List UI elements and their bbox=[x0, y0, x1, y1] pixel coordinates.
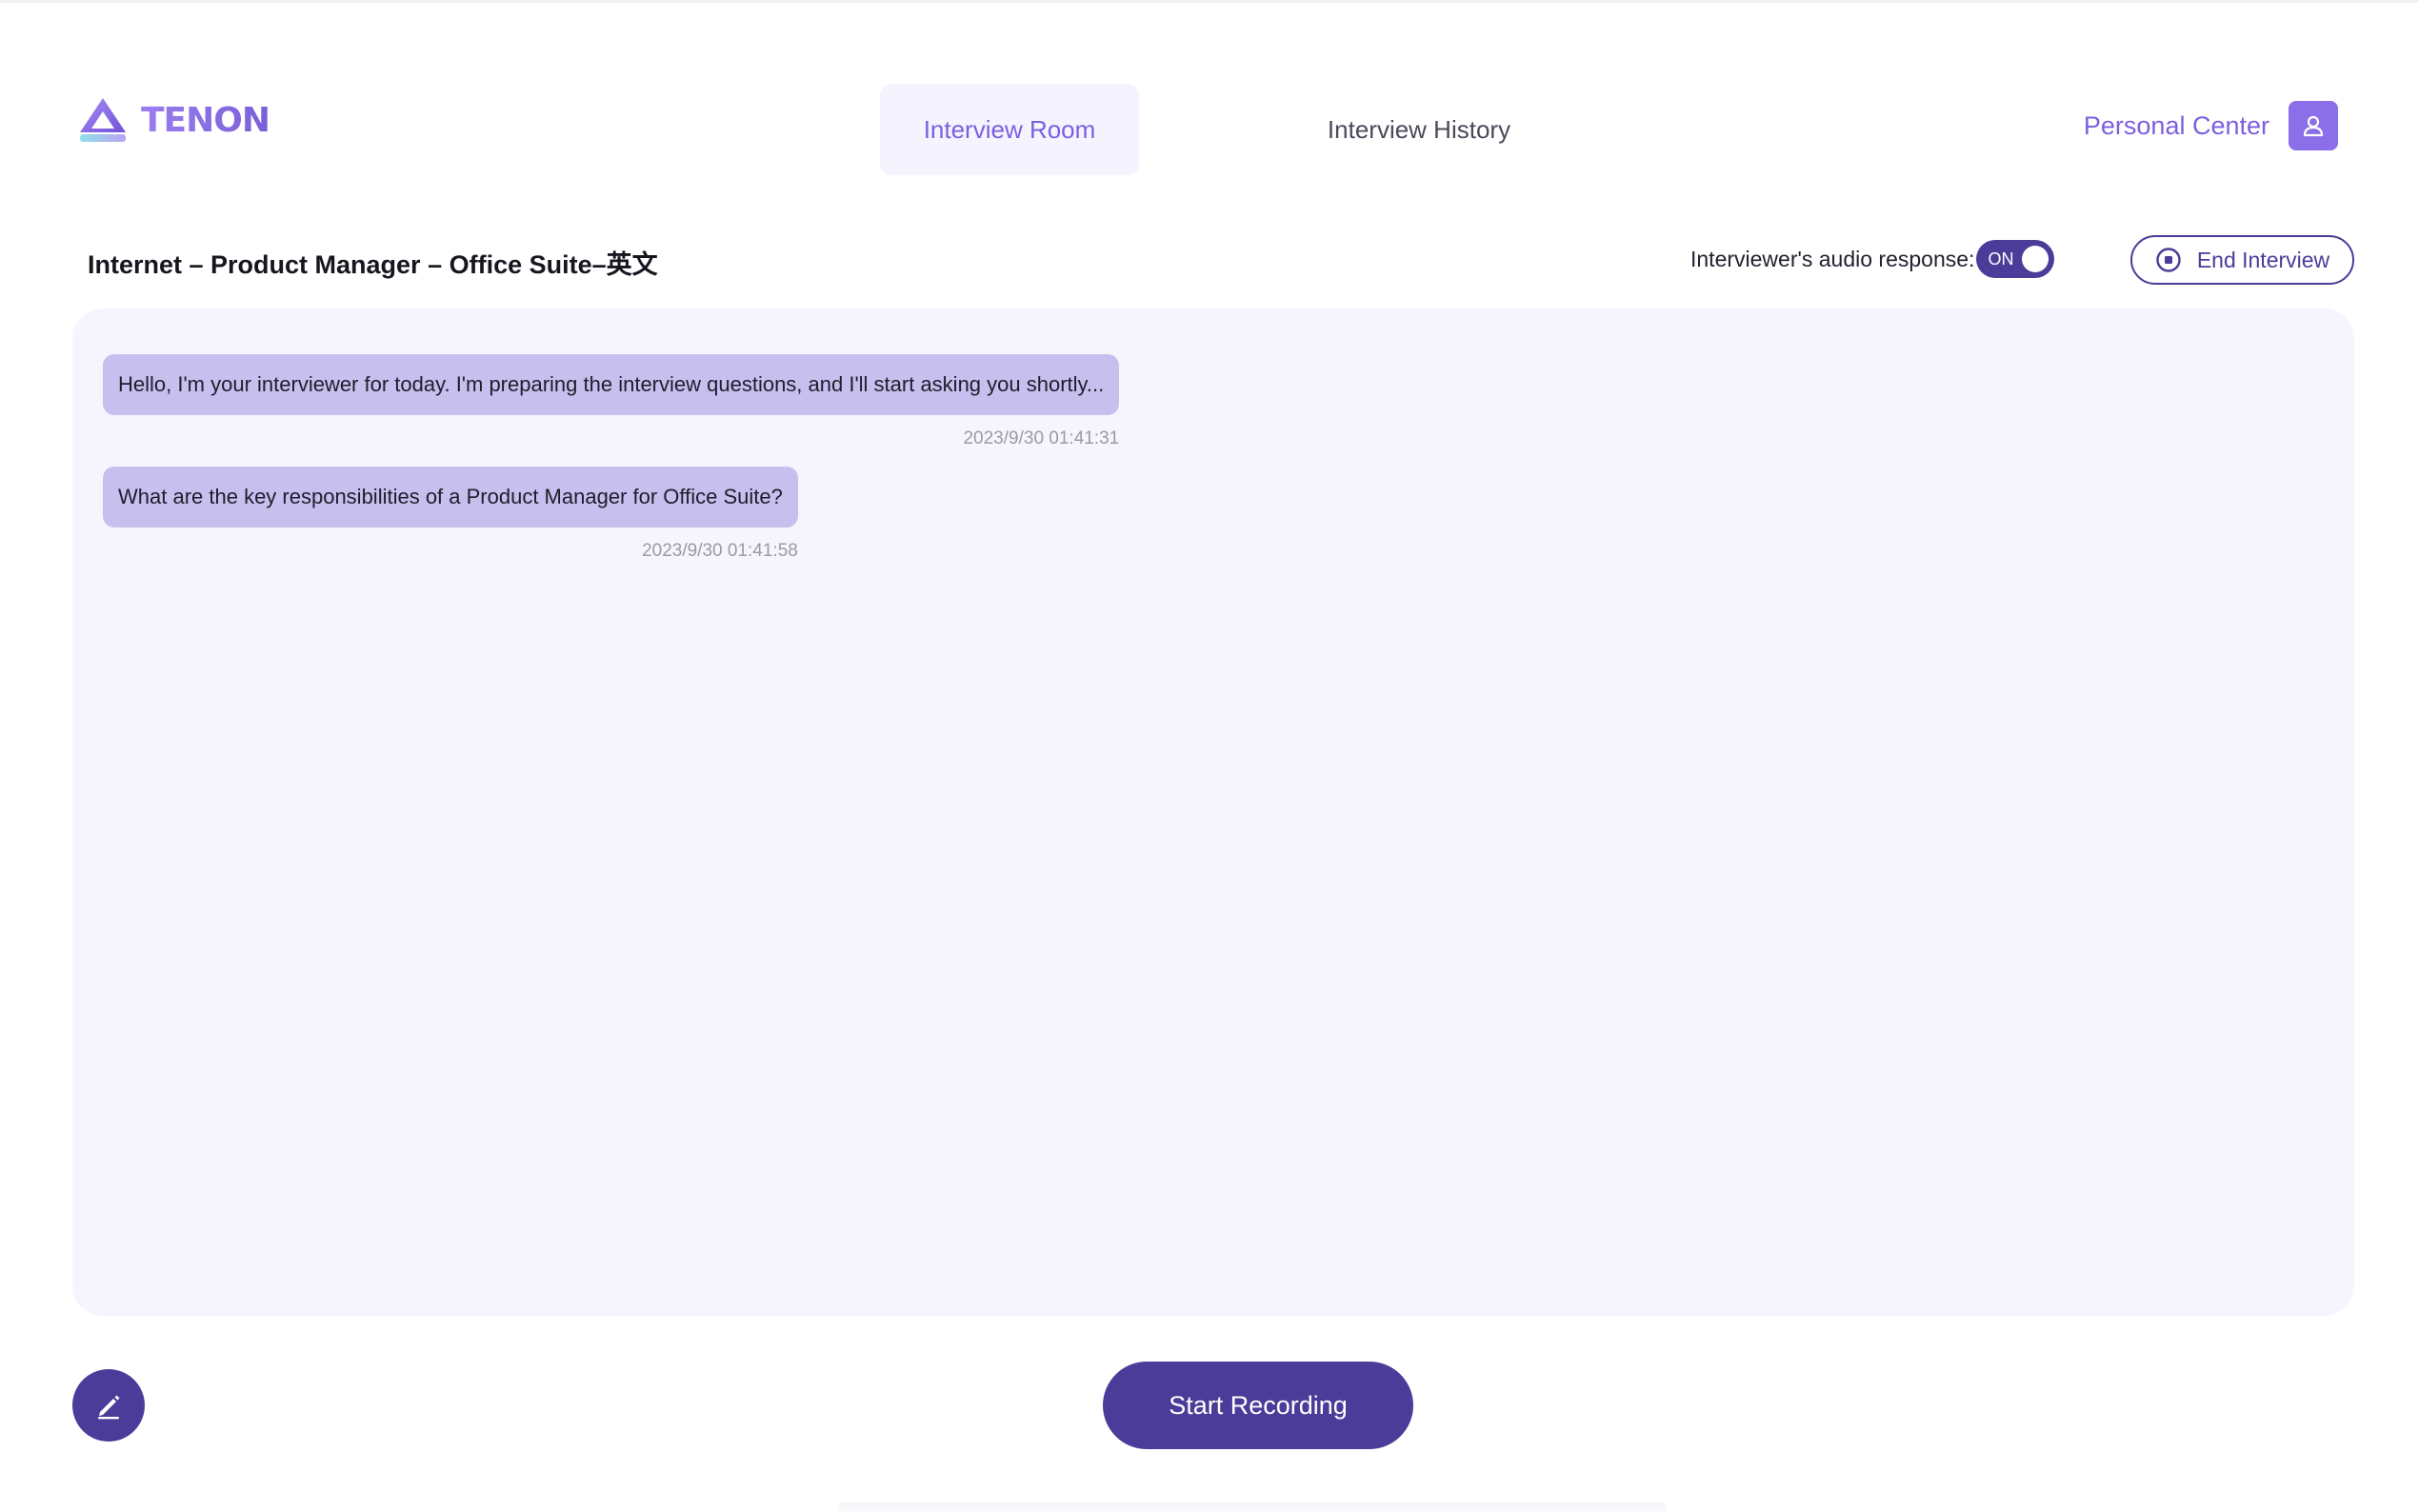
message-bubble: What are the key responsibilities of a P… bbox=[103, 467, 798, 527]
triangle-logo-icon bbox=[80, 98, 126, 142]
chat-message: What are the key responsibilities of a P… bbox=[103, 467, 798, 562]
edit-button[interactable] bbox=[72, 1369, 145, 1442]
toggle-knob bbox=[2022, 246, 2049, 272]
audio-response-setting: Interviewer's audio response: ON bbox=[1690, 240, 2055, 278]
start-recording-button[interactable]: Start Recording bbox=[1103, 1362, 1413, 1449]
audio-response-label: Interviewer's audio response: bbox=[1690, 246, 1975, 271]
personal-center-link[interactable]: Personal Center bbox=[2084, 101, 2338, 150]
personal-center-label: Personal Center bbox=[2083, 110, 2269, 140]
message-timestamp: 2023/9/30 01:41:58 bbox=[642, 541, 798, 561]
audio-response-toggle[interactable]: ON bbox=[1976, 240, 2055, 278]
user-icon[interactable] bbox=[2289, 101, 2338, 150]
stop-circle-icon bbox=[2156, 248, 2181, 272]
bottom-edge bbox=[838, 1502, 1667, 1512]
tab-interview-history[interactable]: Interview History bbox=[1276, 84, 1562, 175]
chat-message: Hello, I'm your interviewer for today. I… bbox=[103, 354, 1120, 449]
message-timestamp: 2023/9/30 01:41:31 bbox=[963, 428, 1120, 448]
toggle-state-label: ON bbox=[1988, 249, 2014, 269]
end-interview-label: End Interview bbox=[2196, 247, 2330, 272]
brand-logo[interactable]: TENON bbox=[78, 96, 270, 144]
end-interview-button[interactable]: End Interview bbox=[2130, 235, 2354, 285]
top-divider bbox=[0, 0, 2419, 3]
tab-interview-room[interactable]: Interview Room bbox=[880, 84, 1139, 175]
brand-name: TENON bbox=[141, 100, 270, 140]
session-title: Internet – Product Manager – Office Suit… bbox=[88, 250, 658, 279]
message-bubble: Hello, I'm your interviewer for today. I… bbox=[103, 354, 1120, 415]
pencil-icon bbox=[98, 1395, 120, 1420]
chat-panel[interactable]: Hello, I'm your interviewer for today. I… bbox=[72, 308, 2354, 1316]
